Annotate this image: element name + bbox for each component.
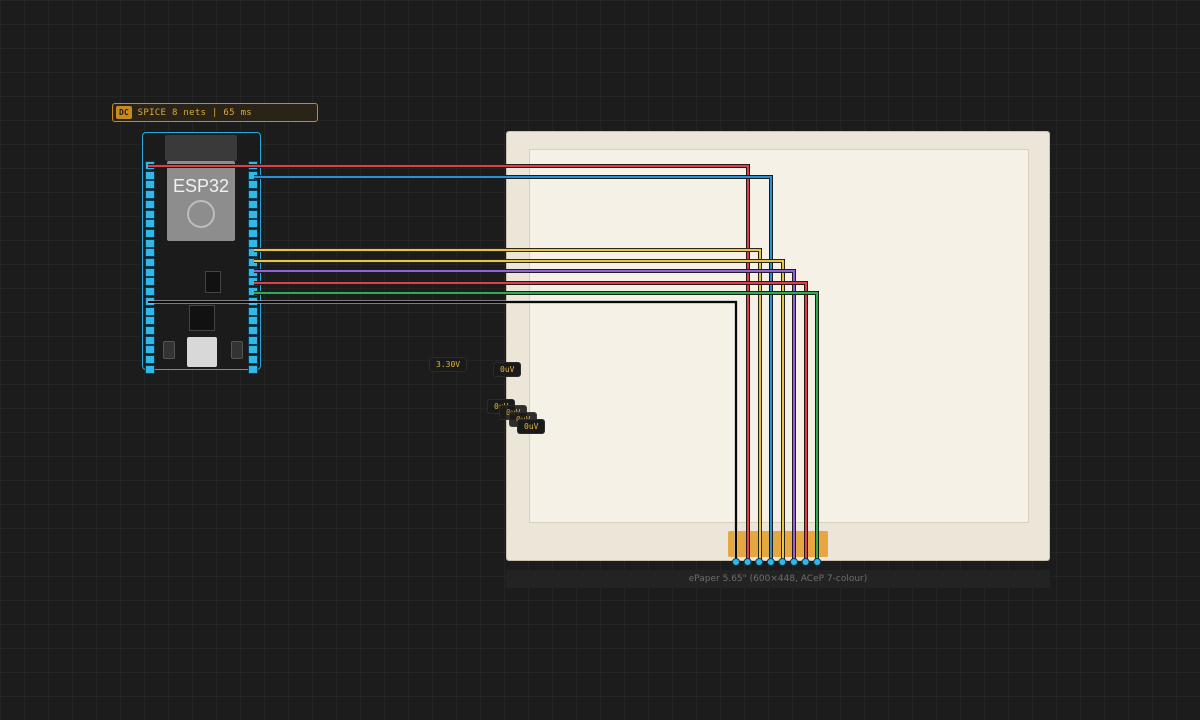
wire-layer [148, 164, 822, 566]
epaper-pin[interactable] [813, 558, 822, 566]
wire-outline [148, 300, 738, 562]
epaper-pin[interactable] [778, 558, 787, 566]
connection-wire[interactable] [254, 248, 762, 562]
epaper-pin[interactable] [755, 558, 764, 566]
connection-wire[interactable] [254, 291, 819, 562]
wire-outline [254, 291, 819, 562]
wire-outline [254, 269, 796, 562]
epaper-pin[interactable] [743, 558, 752, 566]
connection-wire[interactable] [254, 259, 785, 562]
epaper-pin[interactable] [801, 558, 810, 566]
epaper-pin[interactable] [766, 558, 775, 566]
wire-outline [254, 281, 808, 562]
wire-outline [148, 164, 750, 562]
connection-wire[interactable] [148, 300, 738, 562]
epaper-pin[interactable] [790, 558, 798, 566]
epaper-pin[interactable] [732, 558, 740, 566]
connection-wire[interactable] [254, 269, 796, 562]
wire-outline [254, 259, 785, 562]
connection-wire[interactable] [148, 164, 750, 562]
connection-wire[interactable] [254, 281, 808, 562]
connection-wire[interactable] [254, 175, 773, 562]
wire-outline [254, 248, 762, 562]
wire-outline [254, 175, 773, 562]
